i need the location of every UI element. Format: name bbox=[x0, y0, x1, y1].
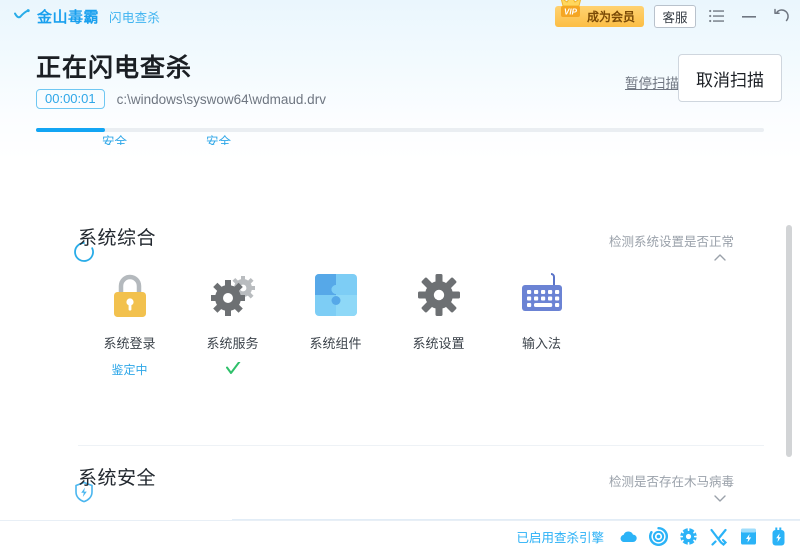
become-member-label: 成为会员 bbox=[586, 9, 635, 24]
system-overview-item-grid: 系统登录 鉴定中 系统服务 系统组件 系统设置 输入法 bbox=[78, 270, 593, 377]
brand: 金山毒霸 闪电查杀 bbox=[13, 6, 160, 27]
footer-bar: 已启用查杀引擎 bbox=[0, 520, 800, 552]
back-arrow-icon[interactable] bbox=[770, 5, 792, 27]
scan-item-system-service[interactable]: 系统服务 bbox=[181, 270, 284, 377]
section-header-system-overview[interactable]: 系统综合 检测系统设置是否正常 bbox=[0, 212, 800, 266]
tools-icon[interactable] bbox=[708, 527, 728, 547]
brand-name: 金山毒霸 bbox=[37, 8, 100, 26]
header-panel: 金山毒霸 闪电查杀 VIP 成为会员 客服 正在闪电查杀 00:00:01 c:… bbox=[0, 0, 800, 160]
scan-timer: 00:00:01 bbox=[36, 89, 105, 109]
section-description: 检测是否存在木马病毒 bbox=[608, 475, 734, 489]
scan-item-label: 系统登录 bbox=[103, 336, 156, 351]
titlebar-actions: VIP 成为会员 客服 bbox=[554, 0, 792, 32]
section-divider bbox=[78, 445, 764, 446]
puzzle-icon bbox=[311, 270, 361, 320]
pause-scan-link[interactable]: 暂停扫描 bbox=[625, 72, 679, 92]
scan-item-status bbox=[225, 361, 241, 377]
titlebar: 金山毒霸 闪电查杀 VIP 成为会员 客服 bbox=[0, 0, 800, 32]
shield-bolt-icon bbox=[36, 466, 93, 503]
scan-item-system-component[interactable]: 系统组件 bbox=[284, 270, 387, 377]
svg-text:VIP: VIP bbox=[564, 7, 578, 16]
scan-item-label: 系统服务 bbox=[206, 336, 259, 351]
scan-item-label: 输入法 bbox=[521, 336, 561, 351]
engine-status-label: 已启用查杀引擎 bbox=[516, 531, 604, 545]
customer-support-label: 客服 bbox=[662, 10, 688, 25]
scrollbar-thumb[interactable] bbox=[786, 225, 792, 457]
chevron-up-icon[interactable] bbox=[714, 231, 764, 261]
padlock-icon bbox=[105, 270, 155, 320]
brand-subtitle: 闪电查杀 bbox=[109, 10, 161, 25]
scan-results-body: 系统综合 检测系统设置是否正常 系统登录 鉴定中 系统服务 系统组件 系统设置 … bbox=[0, 160, 800, 520]
progress-segment-label: 安全 bbox=[206, 135, 232, 145]
section-title: 系统综合 bbox=[78, 228, 157, 249]
kingsoft-antivirus-window: 金山毒霸 闪电查杀 VIP 成为会员 客服 正在闪电查杀 00:00:01 c:… bbox=[0, 0, 800, 552]
green-check-icon bbox=[225, 362, 240, 374]
scan-current-path: c:\windows\syswow64\wdmaud.drv bbox=[116, 91, 326, 107]
keyboard-icon bbox=[517, 270, 567, 320]
spiral-target-icon[interactable] bbox=[648, 527, 668, 547]
cancel-scan-button[interactable]: 取消扫描 bbox=[678, 54, 782, 102]
chevron-down-icon[interactable] bbox=[714, 471, 764, 502]
loading-spinner-icon bbox=[36, 226, 94, 262]
scan-progress-labels: 安全 安全 bbox=[36, 131, 764, 145]
scan-item-input-method[interactable]: 输入法 bbox=[490, 270, 593, 377]
cloud-icon[interactable] bbox=[618, 527, 638, 547]
archive-bolt-icon[interactable] bbox=[738, 527, 758, 547]
scan-title: 正在闪电查杀 bbox=[36, 54, 193, 82]
section-title: 系统安全 bbox=[78, 468, 157, 489]
scan-status-line: 00:00:01 c:\windows\syswow64\wdmaud.drv bbox=[36, 89, 326, 109]
customer-support-button[interactable]: 客服 bbox=[654, 4, 696, 28]
scan-item-status: 鉴定中 bbox=[111, 362, 148, 377]
hamburger-menu-icon[interactable] bbox=[706, 5, 728, 27]
scan-item-label: 系统设置 bbox=[412, 336, 465, 351]
become-member-button[interactable]: VIP 成为会员 bbox=[554, 0, 644, 27]
section-header-system-security[interactable]: 系统安全 检测是否存在木马病毒 bbox=[0, 452, 800, 506]
globe-shield-icon[interactable] bbox=[678, 527, 698, 547]
scan-item-system-login[interactable]: 系统登录 鉴定中 bbox=[78, 270, 181, 377]
usb-bolt-icon[interactable] bbox=[768, 527, 788, 547]
gears-icon bbox=[208, 270, 258, 320]
section-description: 检测系统设置是否正常 bbox=[608, 235, 734, 249]
progress-segment-label: 安全 bbox=[102, 135, 128, 145]
kingsoft-swoosh-logo-icon bbox=[13, 7, 31, 25]
cancel-scan-label: 取消扫描 bbox=[696, 70, 764, 90]
vip-crown-icon: VIP bbox=[557, 0, 587, 27]
minimize-icon[interactable] bbox=[738, 5, 760, 27]
gear-icon bbox=[414, 270, 464, 320]
scan-item-system-settings[interactable]: 系统设置 bbox=[387, 270, 490, 377]
scan-item-label: 系统组件 bbox=[309, 336, 362, 351]
